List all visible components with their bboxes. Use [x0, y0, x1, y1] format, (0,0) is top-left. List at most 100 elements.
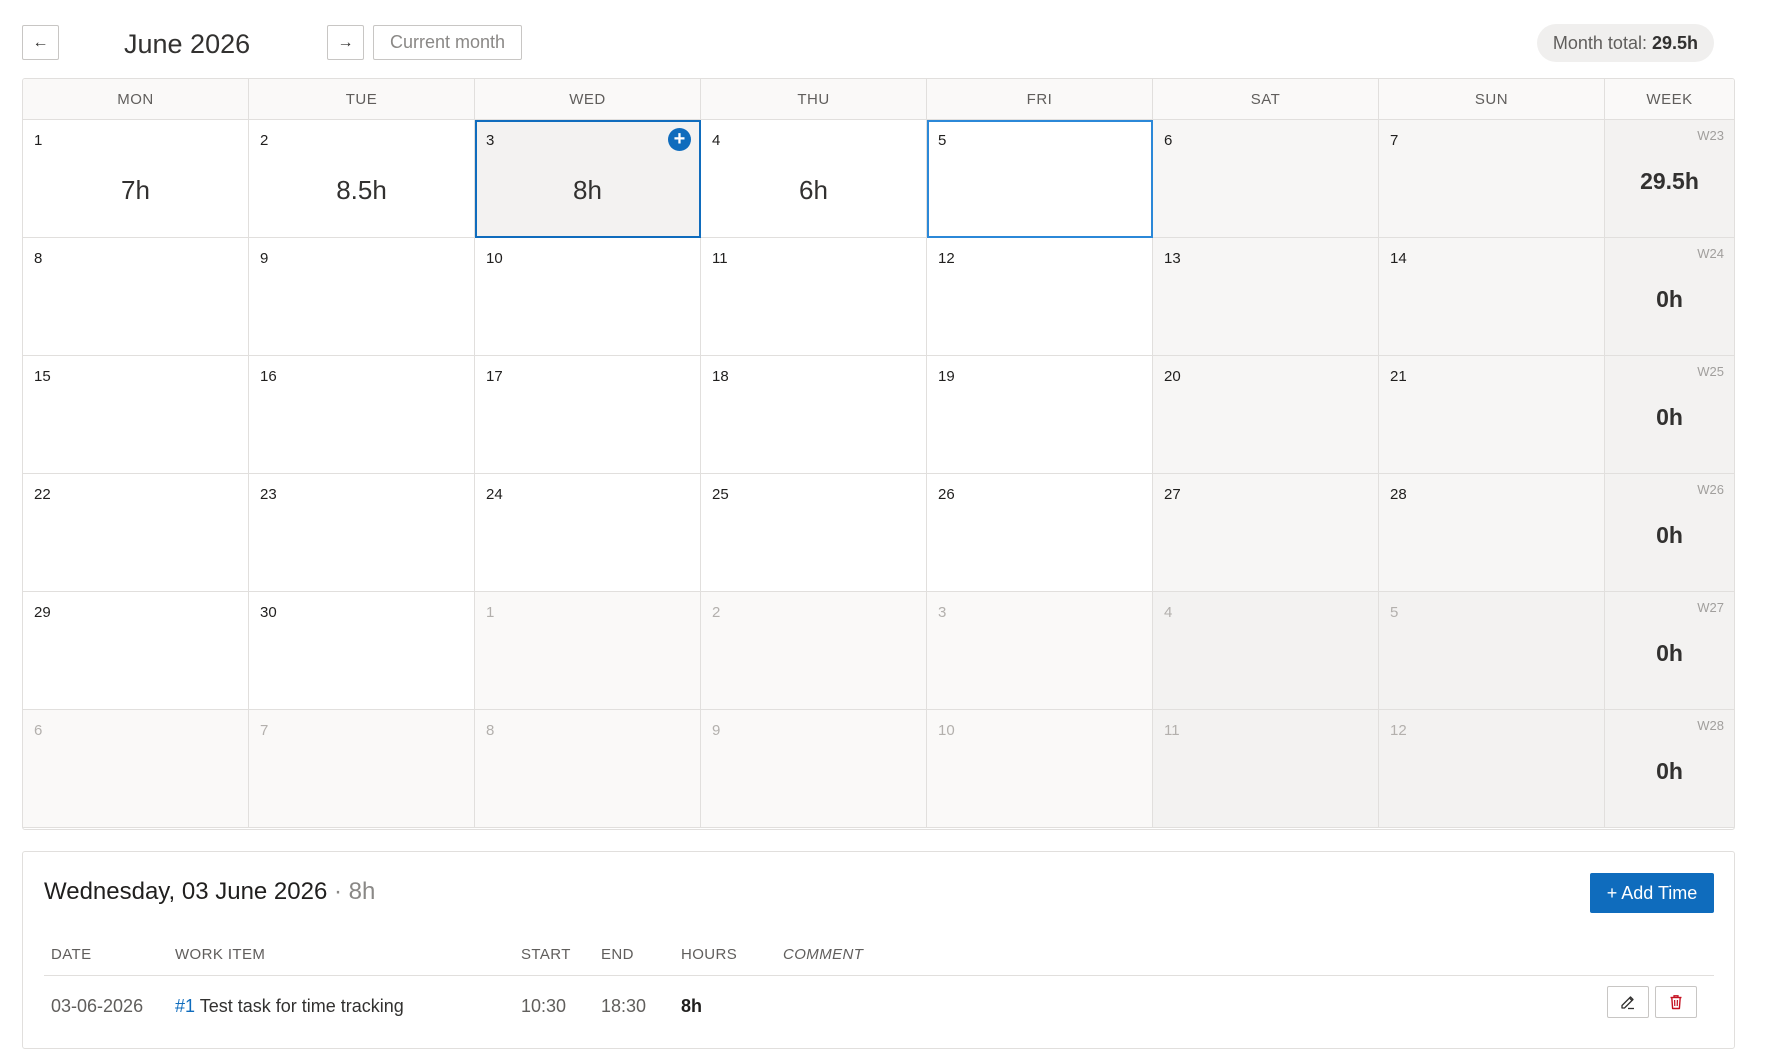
day-number: 19	[938, 368, 955, 385]
plus-circle-icon[interactable]: +	[668, 128, 691, 151]
day-number: 18	[712, 368, 729, 385]
day-number: 14	[1390, 250, 1407, 267]
delete-entry-button[interactable]	[1655, 986, 1697, 1018]
day-number: 30	[260, 604, 277, 621]
col-header-start: START	[521, 946, 571, 963]
day-detail-date: Wednesday, 03 June 2026	[44, 878, 328, 905]
day-cell[interactable]: 9	[249, 238, 475, 356]
day-cell[interactable]: 12	[1379, 710, 1605, 828]
day-cell[interactable]: 20	[1153, 356, 1379, 474]
day-cell[interactable]: 7	[1379, 120, 1605, 238]
day-number: 1	[486, 604, 495, 621]
day-hours: 7h	[121, 175, 150, 205]
day-cell[interactable]: 8	[23, 238, 249, 356]
week-summary-cell: W23 29.5h	[1605, 120, 1734, 238]
week-total: 0h	[1656, 522, 1683, 548]
title-separator: ·	[334, 878, 342, 905]
day-cell[interactable]: 14	[1379, 238, 1605, 356]
day-number: 5	[938, 132, 947, 149]
row-date: 03-06-2026	[51, 996, 144, 1016]
day-cell[interactable]: 28	[1379, 474, 1605, 592]
day-cell[interactable]: 1	[475, 592, 701, 710]
day-number: 9	[712, 722, 721, 739]
day-cell[interactable]: 27	[1153, 474, 1379, 592]
day-cell[interactable]: 6	[1153, 120, 1379, 238]
day-number: 4	[1164, 604, 1173, 621]
day-cell[interactable]: 18	[701, 356, 927, 474]
day-number: 6	[34, 722, 43, 739]
week-summary-cell: W28 0h	[1605, 710, 1734, 828]
day-cell[interactable]: 24	[475, 474, 701, 592]
day-cell[interactable]: 2	[701, 592, 927, 710]
day-cell[interactable]: 13	[1153, 238, 1379, 356]
day-number: 13	[1164, 250, 1181, 267]
current-month-button[interactable]: Current month	[373, 25, 522, 60]
day-number: 29	[34, 604, 51, 621]
edit-entry-button[interactable]	[1607, 986, 1649, 1018]
row-end: 18:30	[601, 996, 647, 1016]
day-number: 2	[712, 604, 721, 621]
day-number: 7	[260, 722, 269, 739]
day-cell[interactable]: 11	[1153, 710, 1379, 828]
add-time-button[interactable]: + Add Time	[1590, 873, 1714, 913]
day-number: 10	[486, 250, 503, 267]
day-number: 17	[486, 368, 503, 385]
day-cell[interactable]: 8	[475, 710, 701, 828]
day-cell[interactable]: 1 7h	[23, 120, 249, 238]
day-cell[interactable]: 25	[701, 474, 927, 592]
day-cell[interactable]: 6	[23, 710, 249, 828]
day-number: 12	[938, 250, 955, 267]
day-number: 16	[260, 368, 277, 385]
day-cell[interactable]: 26	[927, 474, 1153, 592]
next-month-button[interactable]: →	[327, 25, 364, 60]
day-cell[interactable]: 3 8h +	[475, 120, 701, 238]
week-total: 29.5h	[1640, 168, 1699, 194]
day-cell[interactable]: 15	[23, 356, 249, 474]
day-cell[interactable]: 3	[927, 592, 1153, 710]
day-number: 12	[1390, 722, 1407, 739]
day-number: 28	[1390, 486, 1407, 503]
day-cell[interactable]: 23	[249, 474, 475, 592]
day-cell[interactable]: 10	[475, 238, 701, 356]
day-number: 20	[1164, 368, 1181, 385]
day-cell[interactable]: 11	[701, 238, 927, 356]
day-cell[interactable]: 29	[23, 592, 249, 710]
day-cell[interactable]: 2 8.5h	[249, 120, 475, 238]
day-cell[interactable]: 19	[927, 356, 1153, 474]
prev-month-button[interactable]: ←	[22, 25, 59, 60]
day-cell[interactable]: 22	[23, 474, 249, 592]
day-detail-panel: Wednesday, 03 June 2026 · 8h + Add Time …	[22, 851, 1735, 1049]
day-number: 4	[712, 132, 721, 149]
day-cell[interactable]: 12	[927, 238, 1153, 356]
calendar-header-row: MON TUE WED THU FRI SAT SUN WEEK	[23, 79, 1734, 120]
day-cell[interactable]: 4	[1153, 592, 1379, 710]
day-cell[interactable]: 30	[249, 592, 475, 710]
day-detail-title: Wednesday, 03 June 2026 · 8h	[44, 878, 375, 906]
day-number: 11	[712, 250, 728, 267]
col-header-end: END	[601, 946, 634, 963]
day-cell[interactable]: 4 6h	[701, 120, 927, 238]
day-cell[interactable]: 10	[927, 710, 1153, 828]
month-calendar: MON TUE WED THU FRI SAT SUN WEEK 1 7h 2 8.5h 3 8h +4 6…	[22, 78, 1735, 830]
day-number: 1	[34, 132, 43, 149]
day-cell[interactable]: 5	[1379, 592, 1605, 710]
week-total: 0h	[1656, 758, 1683, 784]
day-header-fri: FRI	[927, 79, 1153, 120]
work-item-link[interactable]: #1	[175, 996, 195, 1016]
day-header-sun: SUN	[1379, 79, 1605, 120]
day-cell[interactable]: 9	[701, 710, 927, 828]
day-cell[interactable]: 17	[475, 356, 701, 474]
col-header-comment: COMMENT	[783, 946, 864, 963]
week-total: 0h	[1656, 286, 1683, 312]
week-number: W25	[1697, 364, 1724, 379]
day-cell[interactable]: 16	[249, 356, 475, 474]
day-number: 6	[1164, 132, 1173, 149]
day-cell[interactable]: 21	[1379, 356, 1605, 474]
day-number: 11	[1164, 722, 1180, 739]
day-header-thu: THU	[701, 79, 927, 120]
day-cell[interactable]: 7	[249, 710, 475, 828]
day-cell[interactable]: 5	[927, 120, 1153, 238]
col-header-work-item: WORK ITEM	[175, 946, 266, 963]
row-hours: 8h	[681, 996, 703, 1016]
week-number: W24	[1697, 246, 1724, 261]
